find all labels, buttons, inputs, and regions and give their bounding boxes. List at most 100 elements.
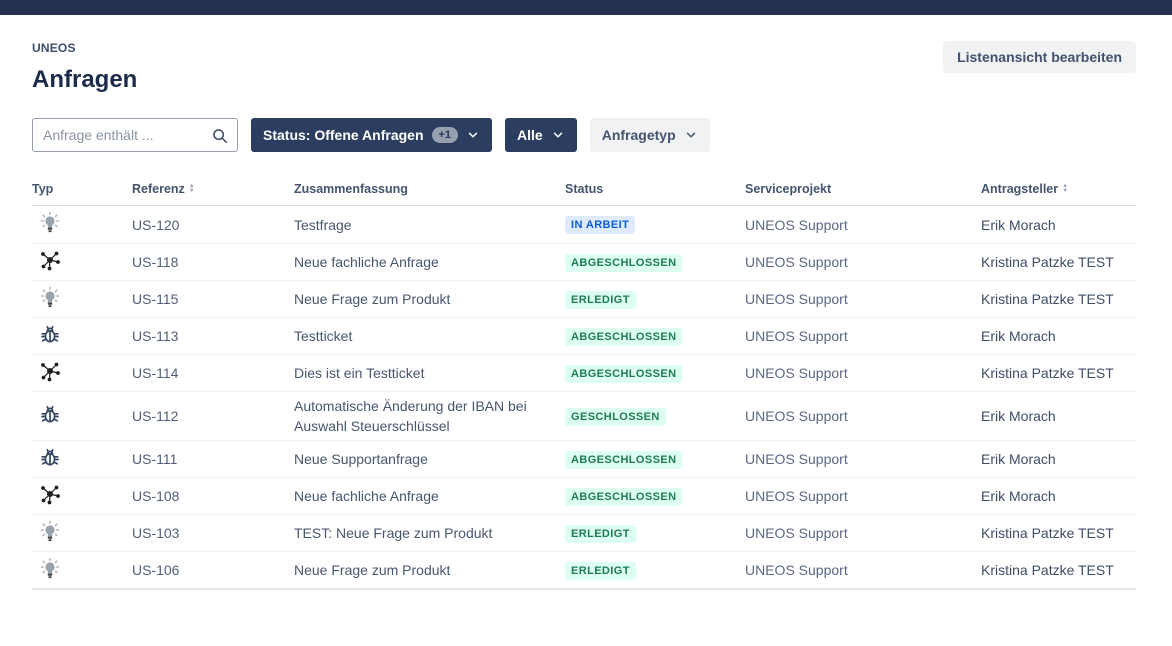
requests-table: Typ Referenz ▲ ▼ Zusammenfassung Status S… [32, 182, 1136, 590]
bug-icon [38, 403, 62, 427]
table-row[interactable]: US-103 TEST: Neue Frage zum Produkt ERLE… [32, 514, 1136, 551]
lightbulb-icon [38, 557, 62, 581]
row-summary: Neue Frage zum Produkt [294, 562, 451, 578]
row-summary: Neue Supportanfrage [294, 451, 428, 467]
column-header-antragsteller[interactable]: Antragsteller ▲ ▼ [981, 182, 1136, 196]
row-reference: US-103 [132, 525, 180, 541]
title-block: UNEOS Anfragen [32, 41, 137, 94]
table-row[interactable]: US-114 Dies ist ein Testticket ABGESCHLO… [32, 354, 1136, 391]
sort-icon[interactable]: ▲ ▼ [189, 183, 195, 194]
table-row[interactable]: US-113 Testticket ABGESCHLOSSEN UNEOS Su… [32, 317, 1136, 354]
lightbulb-icon [38, 211, 62, 235]
row-reference: US-118 [132, 254, 179, 270]
row-requester: Kristina Patzke TEST [981, 365, 1114, 381]
network-icon [38, 249, 62, 273]
row-summary: Automatische Änderung der IBAN bei Auswa… [294, 398, 527, 434]
chevron-down-icon [466, 128, 480, 142]
column-header-referenz[interactable]: Referenz ▲ ▼ [132, 182, 294, 196]
row-serviceproject: UNEOS Support [745, 451, 848, 467]
status-filter-dropdown[interactable]: Status: Offene Anfragen +1 [251, 118, 493, 152]
row-summary: Testticket [294, 328, 353, 344]
search-input[interactable] [33, 119, 237, 151]
table-body: US-120 Testfrage IN ARBEIT UNEOS Support… [32, 206, 1136, 590]
anfragetyp-filter-dropdown[interactable]: Anfragetyp [589, 118, 710, 152]
row-requester: Erik Morach [981, 216, 1056, 233]
row-requester: Erik Morach [981, 488, 1056, 504]
table-row[interactable]: US-112 Automatische Änderung der IBAN be… [32, 391, 1136, 440]
main-content: UNEOS Anfragen Listenansicht bearbeiten … [0, 15, 1172, 590]
status-filter-count-badge: +1 [431, 127, 459, 143]
row-requester: Erik Morach [981, 408, 1056, 424]
search-icon [211, 127, 229, 145]
edit-list-view-button[interactable]: Listenansicht bearbeiten [943, 41, 1136, 73]
row-reference: US-108 [132, 488, 180, 504]
network-icon [38, 360, 62, 384]
bug-icon [38, 323, 62, 347]
table-row[interactable]: US-120 Testfrage IN ARBEIT UNEOS Support… [32, 206, 1136, 243]
column-header-typ: Typ [32, 182, 54, 196]
top-navigation-bar [0, 0, 1172, 15]
table-row[interactable]: US-106 Neue Frage zum Produkt ERLEDIGT U… [32, 551, 1136, 588]
row-requester: Kristina Patzke TEST [981, 291, 1114, 307]
status-badge: ERLEDIGT [565, 561, 636, 580]
breadcrumb[interactable]: UNEOS [32, 41, 137, 55]
row-reference: US-111 [132, 451, 178, 467]
status-badge: ABGESCHLOSSEN [565, 327, 683, 346]
status-filter-label: Status: Offene Anfragen [263, 127, 424, 143]
row-serviceproject: UNEOS Support [745, 291, 848, 307]
network-icon [38, 483, 62, 507]
lightbulb-icon [38, 520, 62, 544]
row-reference: US-120 [132, 216, 180, 233]
row-requester: Erik Morach [981, 328, 1056, 344]
status-badge: ABGESCHLOSSEN [565, 487, 683, 506]
row-summary: Neue Frage zum Produkt [294, 291, 451, 307]
chevron-down-icon [684, 128, 698, 142]
lightbulb-icon [38, 286, 62, 310]
table-header: Typ Referenz ▲ ▼ Zusammenfassung Status S… [32, 182, 1136, 206]
row-serviceproject: UNEOS Support [745, 328, 848, 344]
row-reference: US-115 [132, 291, 179, 307]
row-reference: US-106 [132, 562, 180, 578]
bug-icon [38, 446, 62, 470]
row-requester: Erik Morach [981, 451, 1056, 467]
row-summary: Neue fachliche Anfrage [294, 254, 439, 270]
row-requester: Kristina Patzke TEST [981, 254, 1114, 270]
column-header-zusammenfassung: Zusammenfassung [294, 182, 408, 196]
search-box [32, 118, 238, 152]
row-summary: Dies ist ein Testticket [294, 365, 425, 381]
status-badge: ABGESCHLOSSEN [565, 253, 683, 272]
anfragetyp-filter-label: Anfragetyp [601, 127, 676, 143]
table-row[interactable]: US-115 Neue Frage zum Produkt ERLEDIGT U… [32, 280, 1136, 317]
column-header-status: Status [565, 182, 604, 196]
row-summary: TEST: Neue Frage zum Produkt [294, 525, 493, 541]
row-serviceproject: UNEOS Support [745, 408, 848, 424]
row-serviceproject: UNEOS Support [745, 216, 848, 233]
alle-filter-dropdown[interactable]: Alle [505, 118, 577, 152]
table-row[interactable]: US-111 Neue Supportanfrage ABGESCHLOSSEN… [32, 440, 1136, 477]
row-serviceproject: UNEOS Support [745, 488, 848, 504]
row-serviceproject: UNEOS Support [745, 525, 848, 541]
status-badge: ERLEDIGT [565, 290, 636, 309]
column-header-serviceprojekt: Serviceprojekt [745, 182, 832, 196]
row-summary: Testfrage [294, 216, 352, 233]
status-badge: IN ARBEIT [565, 216, 636, 234]
row-reference: US-112 [132, 408, 179, 424]
status-badge: GESCHLOSSEN [565, 407, 666, 426]
row-serviceproject: UNEOS Support [745, 254, 848, 270]
status-badge: ABGESCHLOSSEN [565, 450, 683, 469]
filter-bar: Status: Offene Anfragen +1 Alle Anfraget… [32, 118, 1136, 152]
row-requester: Kristina Patzke TEST [981, 525, 1114, 541]
page-header: UNEOS Anfragen Listenansicht bearbeiten [32, 41, 1136, 94]
row-reference: US-114 [132, 365, 179, 381]
page-title: Anfragen [32, 66, 138, 93]
table-row[interactable]: US-118 Neue fachliche Anfrage ABGESCHLOS… [32, 243, 1136, 280]
sort-icon[interactable]: ▲ ▼ [1062, 183, 1068, 194]
row-serviceproject: UNEOS Support [745, 365, 848, 381]
row-reference: US-113 [132, 328, 179, 344]
row-serviceproject: UNEOS Support [745, 562, 848, 578]
row-requester: Kristina Patzke TEST [981, 562, 1114, 578]
alle-filter-label: Alle [517, 127, 543, 143]
table-row[interactable]: US-108 Neue fachliche Anfrage ABGESCHLOS… [32, 477, 1136, 514]
chevron-down-icon [551, 128, 565, 142]
status-badge: ERLEDIGT [565, 524, 636, 543]
